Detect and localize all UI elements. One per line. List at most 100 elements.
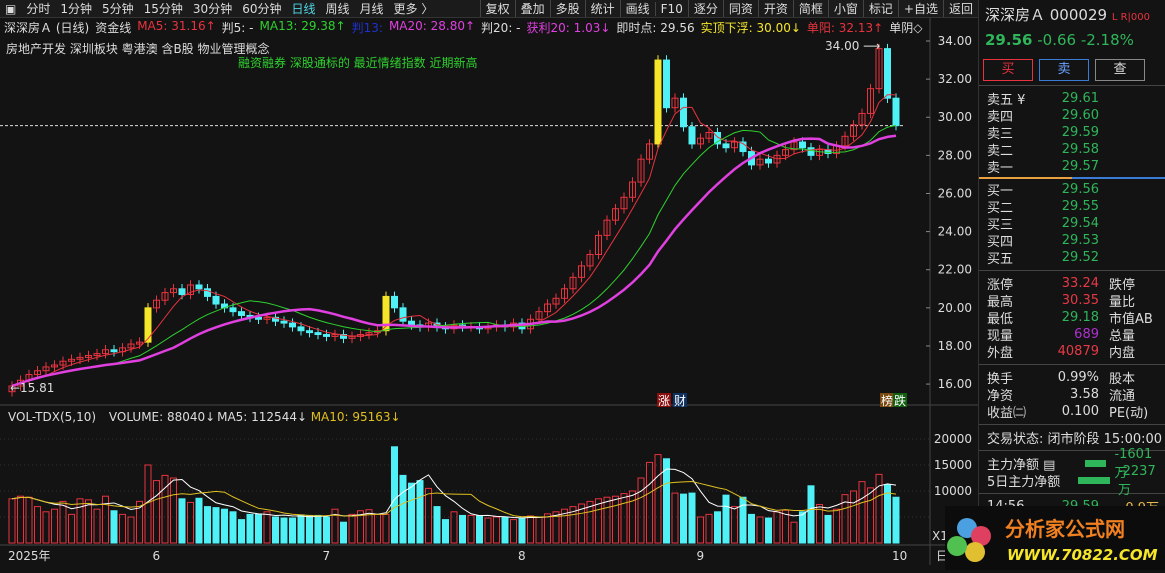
row-label: 买五 [987, 252, 1014, 267]
candle [765, 158, 772, 164]
ma5-value: MA5: 31.16↑ [137, 19, 216, 33]
volume-bar [340, 521, 347, 544]
period-tab[interactable]: 1分钟 [55, 0, 97, 17]
toolbar-button[interactable]: 开资 [757, 0, 793, 17]
toolbar-button[interactable]: +自选 [897, 0, 943, 17]
j13-value: 判13: [351, 21, 383, 35]
candle [884, 48, 891, 99]
volume-bar [442, 519, 449, 544]
toolbar-button[interactable]: 画线 [619, 0, 655, 17]
toolbar-button[interactable]: 小窗 [827, 0, 863, 17]
panel-toggle-icon[interactable]: ▣ [0, 2, 21, 16]
toolbar-button[interactable]: 逐分 [687, 0, 723, 17]
toolbar-button[interactable]: 标记 [862, 0, 898, 17]
volume-bar [280, 517, 288, 544]
candle [297, 326, 305, 332]
stats-list: 涨停 33.24 跌停 最高 30.35 量比 最低 29.18 市值AB 现量 689 总量 外盘 40… [979, 275, 1165, 361]
row-value: 29.58 [1061, 142, 1099, 157]
toolbar-button[interactable]: 返回 [942, 0, 978, 17]
price-tick-label: 22.00 [938, 263, 972, 277]
last-price: 29.56 [985, 31, 1033, 49]
asks-row: 卖二 29.58 [979, 141, 1165, 159]
period-tab[interactable]: 日线 [286, 0, 320, 17]
candle [654, 59, 662, 145]
asks-row: 卖五 ¥29.61 [979, 90, 1165, 108]
volume-bar [433, 506, 441, 544]
price-change-pct: -2.18% [1080, 31, 1134, 49]
candle [314, 332, 322, 336]
capital-flow: 主力净额 ▤ -1601万 5日主力净额 -2237万 [979, 447, 1165, 498]
period-tab[interactable]: 分时 [21, 0, 55, 17]
volume-bar [391, 446, 398, 544]
stat-label: 外盘 [987, 346, 1014, 361]
asks-row: 卖一 29.57 [979, 158, 1165, 176]
volume-bar [289, 517, 296, 544]
toolbar-button[interactable]: 统计 [584, 0, 620, 17]
bid-list: 买一 29.56 买二 29.55 买三 29.54 买四 29.53 买五 29.52 [979, 181, 1165, 267]
row-value: 29.54 [1061, 216, 1099, 231]
volume-bar [323, 516, 330, 544]
ma13-value: MA13: 29.38↑ [259, 19, 346, 33]
low-price-label: ←15.81 [10, 381, 54, 395]
toolbar-button[interactable]: 多股 [549, 0, 585, 17]
svg-text:WWW.70822.COM: WWW.70822.COM [1007, 546, 1158, 564]
stock-name-code: 深深房Ａ 000029 [985, 6, 1108, 24]
volume-bar [476, 515, 483, 544]
candle [408, 320, 415, 326]
date-label: 10 [892, 549, 907, 563]
ma20-value: MA20: 28.80↑ [388, 19, 476, 33]
stat-row: 外盘 40879 内盘 [979, 343, 1165, 361]
stock-flags: L R|000 [1111, 12, 1150, 23]
row-value: 29.55 [1061, 199, 1099, 214]
candle [680, 97, 687, 128]
period-tab[interactable]: 30分钟 [188, 0, 237, 17]
toolbar-button[interactable]: F10 [654, 1, 688, 16]
stat-row: 净资 3.58 流通 [979, 386, 1165, 404]
single-yin-value[interactable]: 单阴◇ [889, 19, 922, 36]
stock-tags: 融资融券 深股通标的 最近情绪指数 近期新高 [238, 56, 478, 70]
svg-text:分析家公式网: 分析家公式网 [1005, 517, 1125, 541]
period-tab[interactable]: 60分钟 [237, 0, 286, 17]
price-tick-label: 18.00 [938, 339, 972, 353]
row-value: 29.52 [1061, 250, 1099, 265]
period-tab[interactable]: 15分钟 [139, 0, 188, 17]
price-tick-label: 32.00 [938, 72, 972, 86]
fund-line-toggle[interactable]: 资金线 [95, 19, 131, 36]
buy-button[interactable]: 买 [983, 59, 1033, 81]
toolbar-button[interactable]: 叠加 [514, 0, 550, 17]
candle [399, 307, 407, 322]
period-tab[interactable]: 更多 〉 [389, 0, 439, 17]
stat-value: 689 [1074, 327, 1099, 342]
volume-bar [399, 474, 407, 544]
candle [323, 334, 330, 337]
stat-value: 30.35 [1061, 293, 1099, 308]
top-value: 实顶下浮: 30.00↓ [700, 21, 801, 35]
toolbar-button[interactable]: 复权 [479, 0, 515, 17]
stat-value: 0.100 [1061, 404, 1099, 419]
stat-label-2: PE(动) [1109, 406, 1149, 421]
volume-bar [297, 514, 305, 544]
row-value: 29.60 [1061, 108, 1099, 123]
period-tab[interactable]: 月线 [355, 0, 389, 17]
volume-bar [408, 482, 415, 544]
volume-bar [501, 516, 509, 544]
kline-chart[interactable]: 34.00 32.00 30.00 28.00 26.00 24.00 22.00 20.00… [0, 0, 978, 570]
candle [229, 307, 237, 313]
quote-panel: 深深房Ａ 000029 L R|000 29.56 -0.66 -2.18% 买… [978, 0, 1165, 570]
period-tab[interactable]: 周线 [321, 0, 355, 17]
toolbar-button[interactable]: 简框 [792, 0, 828, 17]
row-value: 29.56 [1061, 182, 1099, 197]
vol-tick-label: 20000 [934, 432, 972, 446]
asks-row: 卖四 29.60 [979, 107, 1165, 125]
volume-bar [178, 498, 186, 544]
query-button[interactable]: 查 [1095, 59, 1145, 81]
date-label: 7 [323, 549, 331, 563]
period-toolbar: ▣ 分时 1分钟 5分钟 15分钟 30分钟 60分钟 日线 周线 月线 更多 〉 复权 叠加 多股 统计画… [0, 0, 978, 18]
period-tab[interactable]: 5分钟 [97, 0, 139, 17]
sell-button[interactable]: 卖 [1039, 59, 1089, 81]
now-value: 即时点: 29.56 [616, 21, 695, 35]
candle [688, 126, 696, 145]
stat-value: 40879 [1057, 344, 1099, 359]
price-tick-label: 16.00 [938, 377, 972, 391]
toolbar-button[interactable]: 同资 [722, 0, 758, 17]
